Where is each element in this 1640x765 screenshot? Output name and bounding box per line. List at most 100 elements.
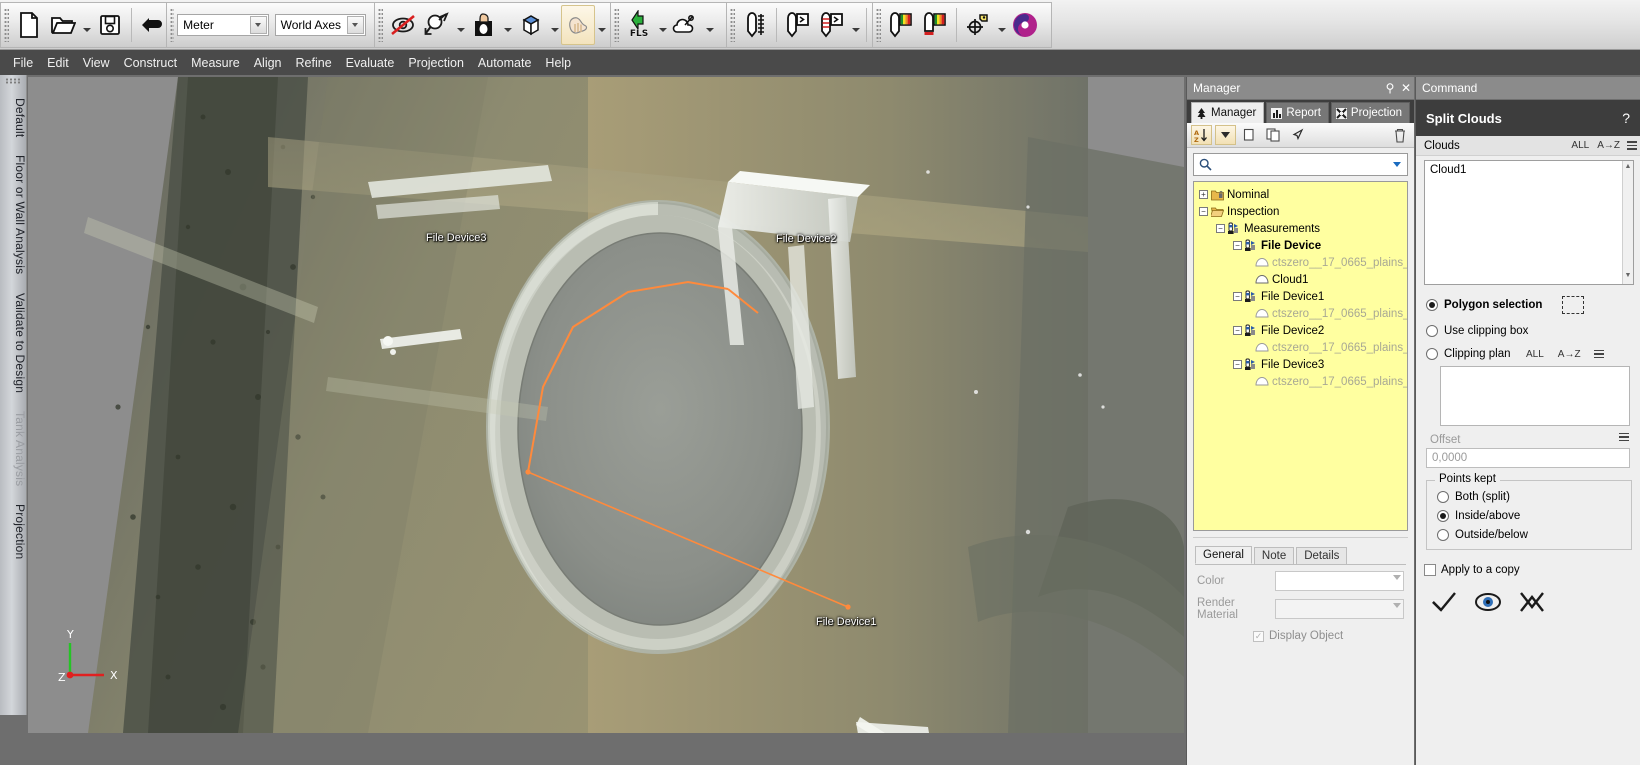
both-split-radio[interactable] [1437,491,1449,503]
outside-below-option[interactable]: Outside/below [1427,522,1631,541]
tab-details[interactable]: Details [1296,547,1348,564]
expander-plus-icon[interactable]: + [1199,190,1208,199]
expander-minus-icon[interactable]: − [1216,224,1225,233]
tab-report[interactable]: Report [1266,102,1329,123]
hide-object-button[interactable] [386,5,420,45]
menu-item-help[interactable]: Help [538,53,578,73]
undo-button[interactable] [136,5,170,45]
tank-color-map-button[interactable] [884,5,918,45]
tank-stripes-export-button[interactable] [815,5,849,45]
left-tab-floor-or-wall-analysis[interactable]: Floor or Wall Analysis [0,147,27,284]
camera-grab-button[interactable] [467,5,501,45]
chevron-down-icon[interactable] [1393,603,1401,608]
toolbar-grip[interactable] [378,8,383,42]
viewport-3d[interactable]: File Device3 File Device2 File Device1 Y… [28,77,1184,733]
use-clipping-box-radio[interactable] [1426,325,1438,337]
clouds-list[interactable]: Cloud1 ▲ ▼ [1424,160,1634,285]
expander-minus-icon[interactable]: − [1233,292,1242,301]
left-tab-grip[interactable] [4,78,22,84]
delete-button[interactable] [1389,125,1410,145]
pin-icon[interactable]: ⚲ [1382,81,1398,95]
cloud-cut-dropdown-arrow[interactable] [703,5,716,45]
zoom-fit-button[interactable] [420,5,454,45]
clipping-plane-radio[interactable] [1426,348,1438,360]
clipping-plane-all-button[interactable]: ALL [1522,349,1548,360]
tree-item-scan21[interactable]: ctszero__17_0665_plains_scan21 [1197,373,1407,390]
chevron-down-icon[interactable] [1393,575,1401,580]
close-icon[interactable]: ✕ [1398,81,1414,95]
expander-minus-icon[interactable]: − [1233,326,1242,335]
left-tab-validate-to-design[interactable]: Validate to Design [0,285,27,403]
scroll-up-icon[interactable]: ▲ [1623,161,1633,172]
expander-minus-icon[interactable]: − [1199,207,1208,216]
display-object-checkbox[interactable]: ✓ [1253,630,1264,642]
offset-input[interactable]: 0,0000 [1426,448,1630,468]
tree-item-scan18[interactable]: ctszero__17_0665_plains_scan18 [1197,339,1407,356]
menu-item-view[interactable]: View [76,53,117,73]
left-tab-projection[interactable]: Projection [0,496,27,569]
view-cube-button[interactable] [514,5,548,45]
toolbar-grip[interactable] [170,8,175,42]
coordinate-system-combo[interactable]: World Axes [274,14,366,36]
tank-color-map-red-button[interactable] [918,5,952,45]
menu-item-measure[interactable]: Measure [184,53,247,73]
hand-pan-dropdown-arrow[interactable] [595,5,608,45]
menu-item-projection[interactable]: Projection [401,53,471,73]
menu-item-refine[interactable]: Refine [289,53,339,73]
hamburger-icon[interactable] [1591,349,1607,359]
menu-item-edit[interactable]: Edit [40,53,76,73]
camera-grab-dropdown-arrow[interactable] [501,5,514,45]
menu-item-construct[interactable]: Construct [117,53,185,73]
open-folder-dropdown-arrow[interactable] [80,5,93,45]
chevron-down-icon[interactable] [346,16,364,34]
tree-item-nominal[interactable]: + Nominal [1197,186,1407,203]
hand-pan-button[interactable] [561,5,595,45]
toolbar-grip[interactable] [876,8,881,42]
hamburger-icon[interactable] [1616,432,1632,442]
menu-item-file[interactable]: File [6,53,40,73]
chevron-down-icon[interactable] [249,16,267,34]
expander-minus-icon[interactable]: − [1233,241,1242,250]
fls-import-dropdown-arrow[interactable] [656,5,669,45]
tree-item-scan09[interactable]: ctszero__17_0665_plains_scan09 [1197,305,1407,322]
outside-below-radio[interactable] [1437,529,1449,541]
open-folder-button[interactable] [46,5,80,45]
tree-item-file-device2[interactable]: − File Device2 [1197,322,1407,339]
chevron-down-icon[interactable] [1387,154,1407,175]
toolbar-grip[interactable] [730,8,735,42]
render-material-field[interactable] [1275,599,1404,619]
toolbar-grip[interactable] [614,8,619,42]
copy-button[interactable] [1239,125,1260,145]
tab-manager[interactable]: Manager [1191,102,1265,123]
inside-above-radio[interactable] [1437,510,1449,522]
units-combo[interactable]: Meter [177,14,269,36]
target-tag-dropdown-arrow[interactable] [995,5,1008,45]
tank-stripes-export-dropdown-arrow[interactable] [849,5,862,45]
apply-to-copy-checkbox[interactable] [1424,564,1436,576]
left-tab-default[interactable]: Default [0,90,27,147]
object-tree[interactable]: + Nominal − Inspection − Measurements − … [1193,181,1408,531]
preview-button[interactable] [1474,590,1502,617]
app-logo-button[interactable] [1008,5,1042,45]
menu-item-align[interactable]: Align [247,53,289,73]
clipping-plane-sort-button[interactable]: A→Z [1554,349,1585,360]
apply-to-copy-option[interactable]: Apply to a copy [1416,550,1640,576]
menu-item-automate[interactable]: Automate [471,53,539,73]
use-clipping-box-option[interactable]: Use clipping box [1416,314,1640,337]
clouds-sort-button[interactable]: A→Z [1593,140,1624,151]
duplicate-button[interactable] [1263,125,1284,145]
both-split-option[interactable]: Both (split) [1427,489,1631,503]
manager-search-box[interactable] [1193,153,1408,176]
color-field[interactable] [1275,571,1404,591]
target-tag-button[interactable] [961,5,995,45]
tree-item-measurements[interactable]: − Measurements [1197,220,1407,237]
tab-projection[interactable]: Projection [1330,102,1411,123]
clouds-list-scrollbar[interactable]: ▲ ▼ [1622,161,1633,284]
tab-general[interactable]: General [1195,546,1252,564]
expander-minus-icon[interactable]: − [1233,360,1242,369]
sort-az-button[interactable]: A Z [1191,125,1212,145]
fls-import-button[interactable]: FLS [622,5,656,45]
new-document-button[interactable] [12,5,46,45]
polygon-selection-option[interactable]: Polygon selection [1416,285,1640,314]
clipping-plane-list[interactable] [1440,366,1630,426]
